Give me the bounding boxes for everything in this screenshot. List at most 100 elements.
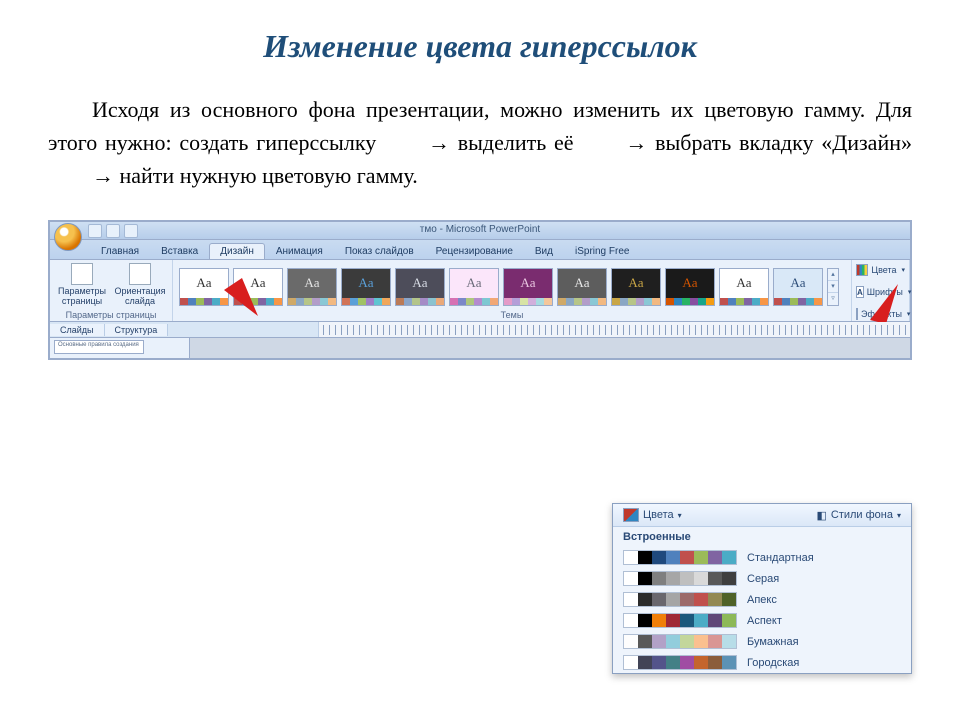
colors-label: Цвета bbox=[871, 265, 896, 275]
scheme-swatches bbox=[623, 571, 737, 586]
ribbon-tab-показ слайдов[interactable]: Показ слайдов bbox=[334, 243, 425, 259]
theme-color-bar bbox=[180, 298, 228, 305]
page-title: Изменение цвета гиперссылок bbox=[48, 28, 912, 65]
arrow-icon: → bbox=[581, 126, 647, 159]
theme-preview-text: Aa bbox=[558, 269, 606, 298]
tab-outline[interactable]: Структура bbox=[105, 324, 169, 336]
color-scheme-item[interactable]: Апекс bbox=[613, 589, 911, 610]
theme-color-bar bbox=[558, 298, 606, 305]
scheme-swatches bbox=[623, 634, 737, 649]
effects-label: Эффекты bbox=[861, 309, 902, 319]
theme-preview-text: Aa bbox=[720, 269, 768, 298]
theme-color-bar bbox=[450, 298, 498, 305]
color-scheme-item[interactable]: Стандартная bbox=[613, 547, 911, 568]
page-setup-button[interactable]: Параметры страницы bbox=[56, 263, 108, 307]
office-button[interactable] bbox=[54, 223, 82, 251]
theme-thumbnail[interactable]: Aa bbox=[773, 268, 823, 306]
fonts-icon: A bbox=[856, 286, 864, 298]
ribbon-tab-вставка[interactable]: Вставка bbox=[150, 243, 209, 259]
arrow-icon: → bbox=[48, 159, 114, 192]
theme-thumbnail[interactable]: Aa bbox=[233, 268, 283, 306]
colors-icon bbox=[856, 264, 868, 276]
ribbon-tab-вид[interactable]: Вид bbox=[524, 243, 564, 259]
theme-color-bar bbox=[288, 298, 336, 305]
page-setup-icon bbox=[71, 263, 93, 285]
dropdown-icon: ▾ bbox=[901, 266, 905, 274]
quick-access-toolbar bbox=[88, 224, 138, 238]
theme-preview-text: Aa bbox=[288, 269, 336, 298]
effects-icon bbox=[856, 308, 858, 320]
ribbon-tabs: ГлавнаяВставкаДизайнАнимацияПоказ слайдо… bbox=[50, 240, 910, 260]
colors-dropdown-label: Цвета bbox=[643, 509, 674, 521]
color-scheme-item[interactable]: Аспект bbox=[613, 610, 911, 631]
powerpoint-window: тмо - Microsoft PowerPoint ГлавнаяВставк… bbox=[48, 220, 912, 360]
theme-thumbnail[interactable]: Aa bbox=[611, 268, 661, 306]
dropdown-icon: ▾ bbox=[897, 511, 901, 520]
document-title: тмо - Microsoft PowerPoint bbox=[420, 224, 540, 235]
slide-orientation-button[interactable]: Ориентация слайда bbox=[114, 263, 166, 307]
workspace: Основные правила создания bbox=[50, 338, 910, 358]
scheme-name: Серая bbox=[747, 573, 779, 585]
theme-thumbnail[interactable]: Aa bbox=[341, 268, 391, 306]
colors-dropdown-button[interactable]: Цвета ▾ bbox=[623, 508, 682, 522]
color-scheme-item[interactable]: Городская bbox=[613, 652, 911, 673]
qat-redo-icon[interactable] bbox=[124, 224, 138, 238]
theme-thumbnail[interactable]: Aa bbox=[503, 268, 553, 306]
theme-thumbnail[interactable]: Aa bbox=[449, 268, 499, 306]
scheme-name: Аспект bbox=[747, 615, 782, 627]
theme-preview-text: Aa bbox=[234, 269, 282, 298]
colors-button[interactable]: Цвета ▾ bbox=[856, 264, 905, 276]
ribbon-body: Параметры страницы Ориентация слайда Пар… bbox=[50, 260, 910, 322]
page-setup-label: Параметры страницы bbox=[56, 287, 108, 307]
scroll-down-icon[interactable]: ▾ bbox=[828, 281, 838, 293]
ribbon-tab-главная[interactable]: Главная bbox=[90, 243, 150, 259]
theme-preview-text: Aa bbox=[612, 269, 660, 298]
theme-color-bar bbox=[666, 298, 714, 305]
builtin-section-label: Встроенные bbox=[613, 527, 911, 547]
slide-thumbnail[interactable]: Основные правила создания bbox=[54, 340, 144, 354]
themes-scroll: ▴▾▿ bbox=[827, 268, 839, 306]
page-setup-group: Параметры страницы Ориентация слайда Пар… bbox=[50, 260, 173, 321]
theme-thumbnail[interactable]: Aa bbox=[395, 268, 445, 306]
theme-thumbnail[interactable]: Aa bbox=[665, 268, 715, 306]
variants-group: Цвета ▾ A Шрифты▾ Эффекты▾ bbox=[852, 260, 910, 321]
color-scheme-item[interactable]: Бумажная bbox=[613, 631, 911, 652]
effects-button[interactable]: Эффекты▾ bbox=[856, 308, 905, 320]
qat-undo-icon[interactable] bbox=[106, 224, 120, 238]
para-after: найти нужную цветовую гамму. bbox=[120, 163, 418, 188]
para-mid1: выделить её bbox=[458, 130, 582, 155]
theme-color-bar bbox=[504, 298, 552, 305]
ribbon-tab-ispring free[interactable]: iSpring Free bbox=[564, 243, 640, 259]
scheme-swatches bbox=[623, 655, 737, 670]
theme-color-bar bbox=[396, 298, 444, 305]
color-scheme-list: Стандартная Серая Апекс Аспект Бумажная Город… bbox=[613, 547, 911, 673]
ribbon-tab-дизайн[interactable]: Дизайн bbox=[209, 243, 265, 259]
ruler bbox=[318, 322, 910, 337]
scheme-name: Городская bbox=[747, 657, 799, 669]
gallery-more-icon[interactable]: ▿ bbox=[828, 293, 838, 304]
scroll-up-icon[interactable]: ▴ bbox=[828, 269, 838, 281]
theme-preview-text: Aa bbox=[450, 269, 498, 298]
ribbon-tab-рецензирование[interactable]: Рецензирование bbox=[425, 243, 524, 259]
dropdown-icon: ▾ bbox=[678, 511, 682, 520]
theme-thumbnail[interactable]: Aa bbox=[719, 268, 769, 306]
scheme-swatches bbox=[623, 592, 737, 607]
theme-color-bar bbox=[612, 298, 660, 305]
fonts-button[interactable]: A Шрифты▾ bbox=[856, 286, 905, 298]
theme-thumbnail[interactable]: Aa bbox=[557, 268, 607, 306]
scheme-swatches bbox=[623, 550, 737, 565]
background-styles-button[interactable]: ◧ Стили фона ▾ bbox=[816, 508, 901, 522]
theme-thumbnail[interactable]: Aa bbox=[287, 268, 337, 306]
color-scheme-item[interactable]: Серая bbox=[613, 568, 911, 589]
theme-thumbnail[interactable]: Aa bbox=[179, 268, 229, 306]
theme-color-bar bbox=[774, 298, 822, 305]
colors-icon bbox=[623, 508, 639, 522]
theme-preview-text: Aa bbox=[504, 269, 552, 298]
qat-save-icon[interactable] bbox=[88, 224, 102, 238]
tab-slides[interactable]: Слайды bbox=[50, 324, 105, 336]
orientation-icon bbox=[129, 263, 151, 285]
theme-preview-text: Aa bbox=[774, 269, 822, 298]
fonts-label: Шрифты bbox=[867, 287, 903, 297]
scheme-swatches bbox=[623, 613, 737, 628]
ribbon-tab-анимация[interactable]: Анимация bbox=[265, 243, 334, 259]
